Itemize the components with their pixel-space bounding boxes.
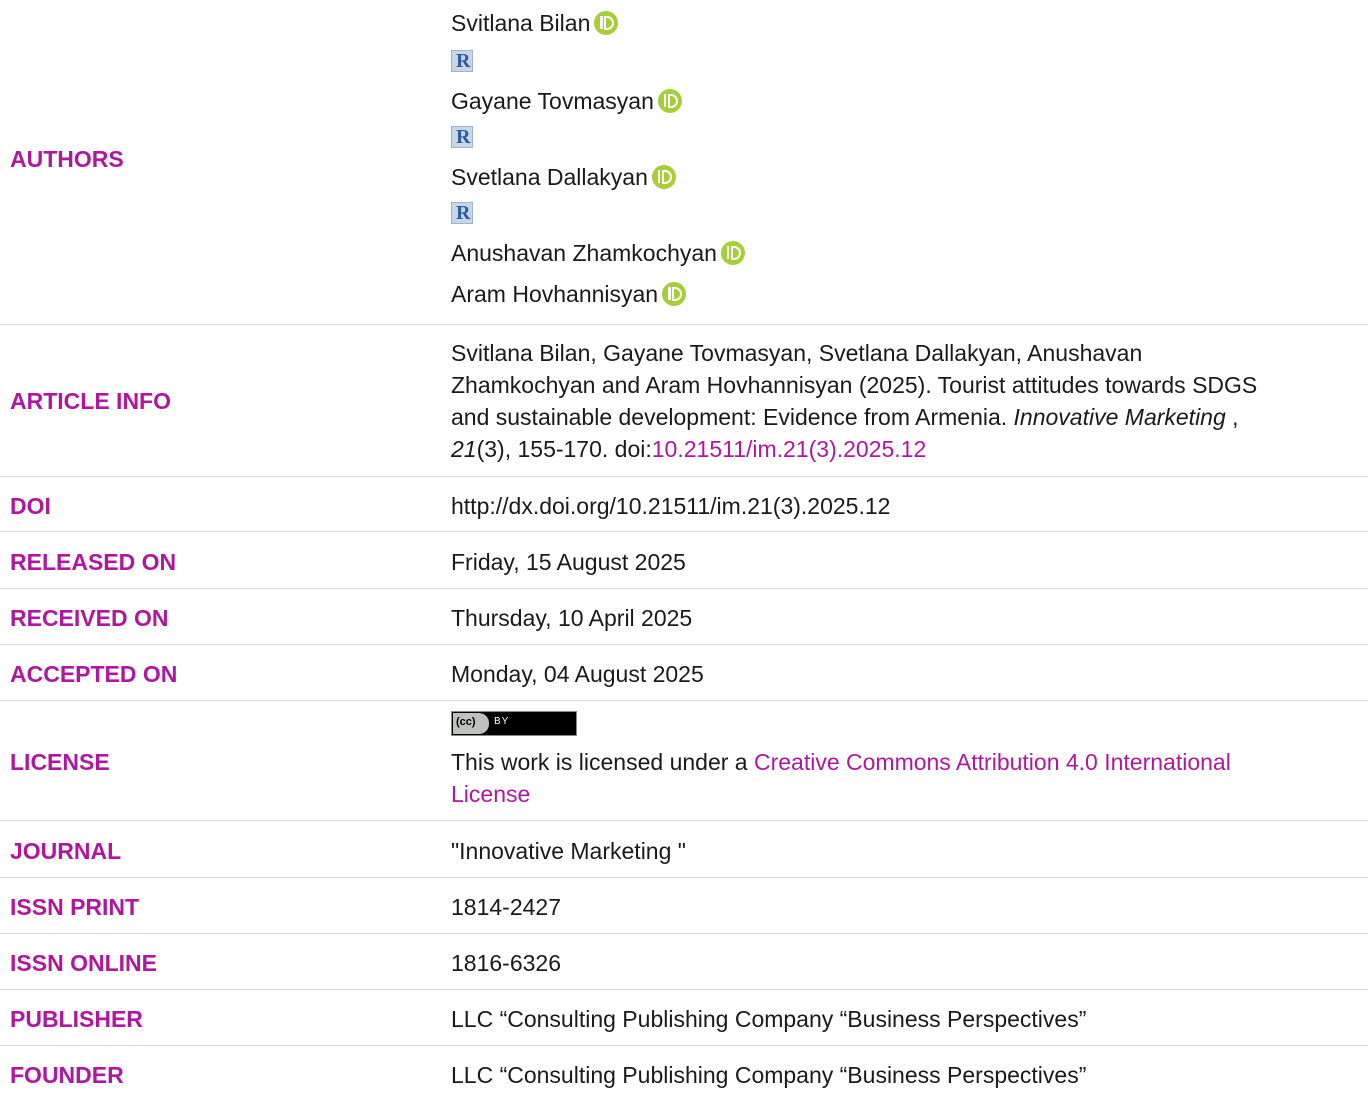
author-name[interactable]: Svetlana Dallakyan	[451, 164, 648, 190]
divider	[0, 588, 1368, 589]
author-4[interactable]: Anushavan Zhamkochyan	[451, 240, 745, 267]
accepted-value: Monday, 04 August 2025	[451, 661, 704, 687]
researchgate-icon[interactable]: R	[451, 126, 473, 148]
founder-value: LLC “Consulting Publishing Company “Busi…	[451, 1062, 1087, 1088]
author-name[interactable]: Aram Hovhannisyan	[451, 281, 658, 307]
journal-value: "Innovative Marketing "	[451, 838, 686, 864]
doi-value: http://dx.doi.org/10.21511/im.21(3).2025…	[451, 493, 891, 519]
divider	[0, 820, 1368, 821]
license-label: LICENSE	[10, 749, 110, 775]
orcid-icon[interactable]	[662, 282, 687, 306]
divider	[0, 989, 1368, 990]
citation-line: and sustainable development: Evidence fr…	[451, 404, 1239, 430]
license-link-cont[interactable]: License	[451, 781, 530, 807]
author-name[interactable]: Svitlana Bilan	[451, 10, 590, 36]
divider	[0, 877, 1368, 878]
article-info-label: ARTICLE INFO	[10, 388, 171, 414]
issn-online-label: ISSN ONLINE	[10, 950, 157, 976]
license-text: This work is licensed under a Creative C…	[451, 749, 1231, 807]
author-5[interactable]: Aram Hovhannisyan	[451, 281, 687, 308]
publisher-value: LLC “Consulting Publishing Company “Busi…	[451, 1006, 1087, 1032]
divider	[0, 324, 1368, 325]
researchgate-icon[interactable]: R	[451, 50, 473, 72]
divider	[0, 700, 1368, 701]
founder-label: FOUNDER	[10, 1062, 124, 1088]
author-name[interactable]: Gayane Tovmasyan	[451, 88, 654, 114]
issn-print-label: ISSN PRINT	[10, 894, 140, 920]
issn-print-value: 1814-2427	[451, 894, 561, 920]
doi-label: DOI	[10, 493, 51, 519]
doi-link[interactable]: 10.21511/im.21(3).2025.12	[652, 436, 927, 462]
divider	[0, 531, 1368, 532]
citation-line: Zhamkochyan and Aram Hovhannisyan (2025)…	[451, 372, 1258, 398]
received-value: Thursday, 10 April 2025	[451, 605, 693, 631]
researchgate-icon[interactable]: R	[451, 202, 473, 224]
citation-line: Svitlana Bilan, Gayane Tovmasyan, Svetla…	[451, 340, 1143, 366]
issn-online-value: 1816-6326	[451, 950, 561, 976]
divider	[0, 1045, 1368, 1046]
volume: 21	[451, 436, 477, 462]
cc-by-badge-icon[interactable]: (cc) BY	[451, 711, 577, 736]
divider	[0, 933, 1368, 934]
released-label: RELEASED ON	[10, 549, 177, 575]
authors-label: AUTHORS	[10, 146, 124, 172]
publisher-label: PUBLISHER	[10, 1006, 143, 1032]
released-value: Friday, 15 August 2025	[451, 549, 686, 575]
orcid-icon[interactable]	[720, 241, 745, 265]
received-label: RECEIVED ON	[10, 605, 169, 631]
divider	[0, 644, 1368, 645]
orcid-icon[interactable]	[657, 89, 682, 113]
journal-label: JOURNAL	[10, 838, 122, 864]
article-info-citation: Svitlana Bilan, Gayane Tovmasyan, Svetla…	[451, 337, 1257, 465]
orcid-icon[interactable]	[651, 165, 676, 189]
license-link[interactable]: Creative Commons Attribution 4.0 Interna…	[754, 749, 1231, 775]
accepted-label: ACCEPTED ON	[10, 661, 178, 687]
journal-title: Innovative Marketing	[1013, 404, 1226, 430]
author-1[interactable]: Svitlana Bilan	[451, 10, 619, 37]
author-3[interactable]: Svetlana Dallakyan	[451, 164, 676, 191]
divider	[0, 476, 1368, 477]
orcid-icon[interactable]	[594, 11, 619, 35]
author-2[interactable]: Gayane Tovmasyan	[451, 88, 682, 115]
citation-line: 21(3), 155-170. doi:10.21511/im.21(3).20…	[451, 436, 927, 462]
author-name[interactable]: Anushavan Zhamkochyan	[451, 240, 717, 266]
